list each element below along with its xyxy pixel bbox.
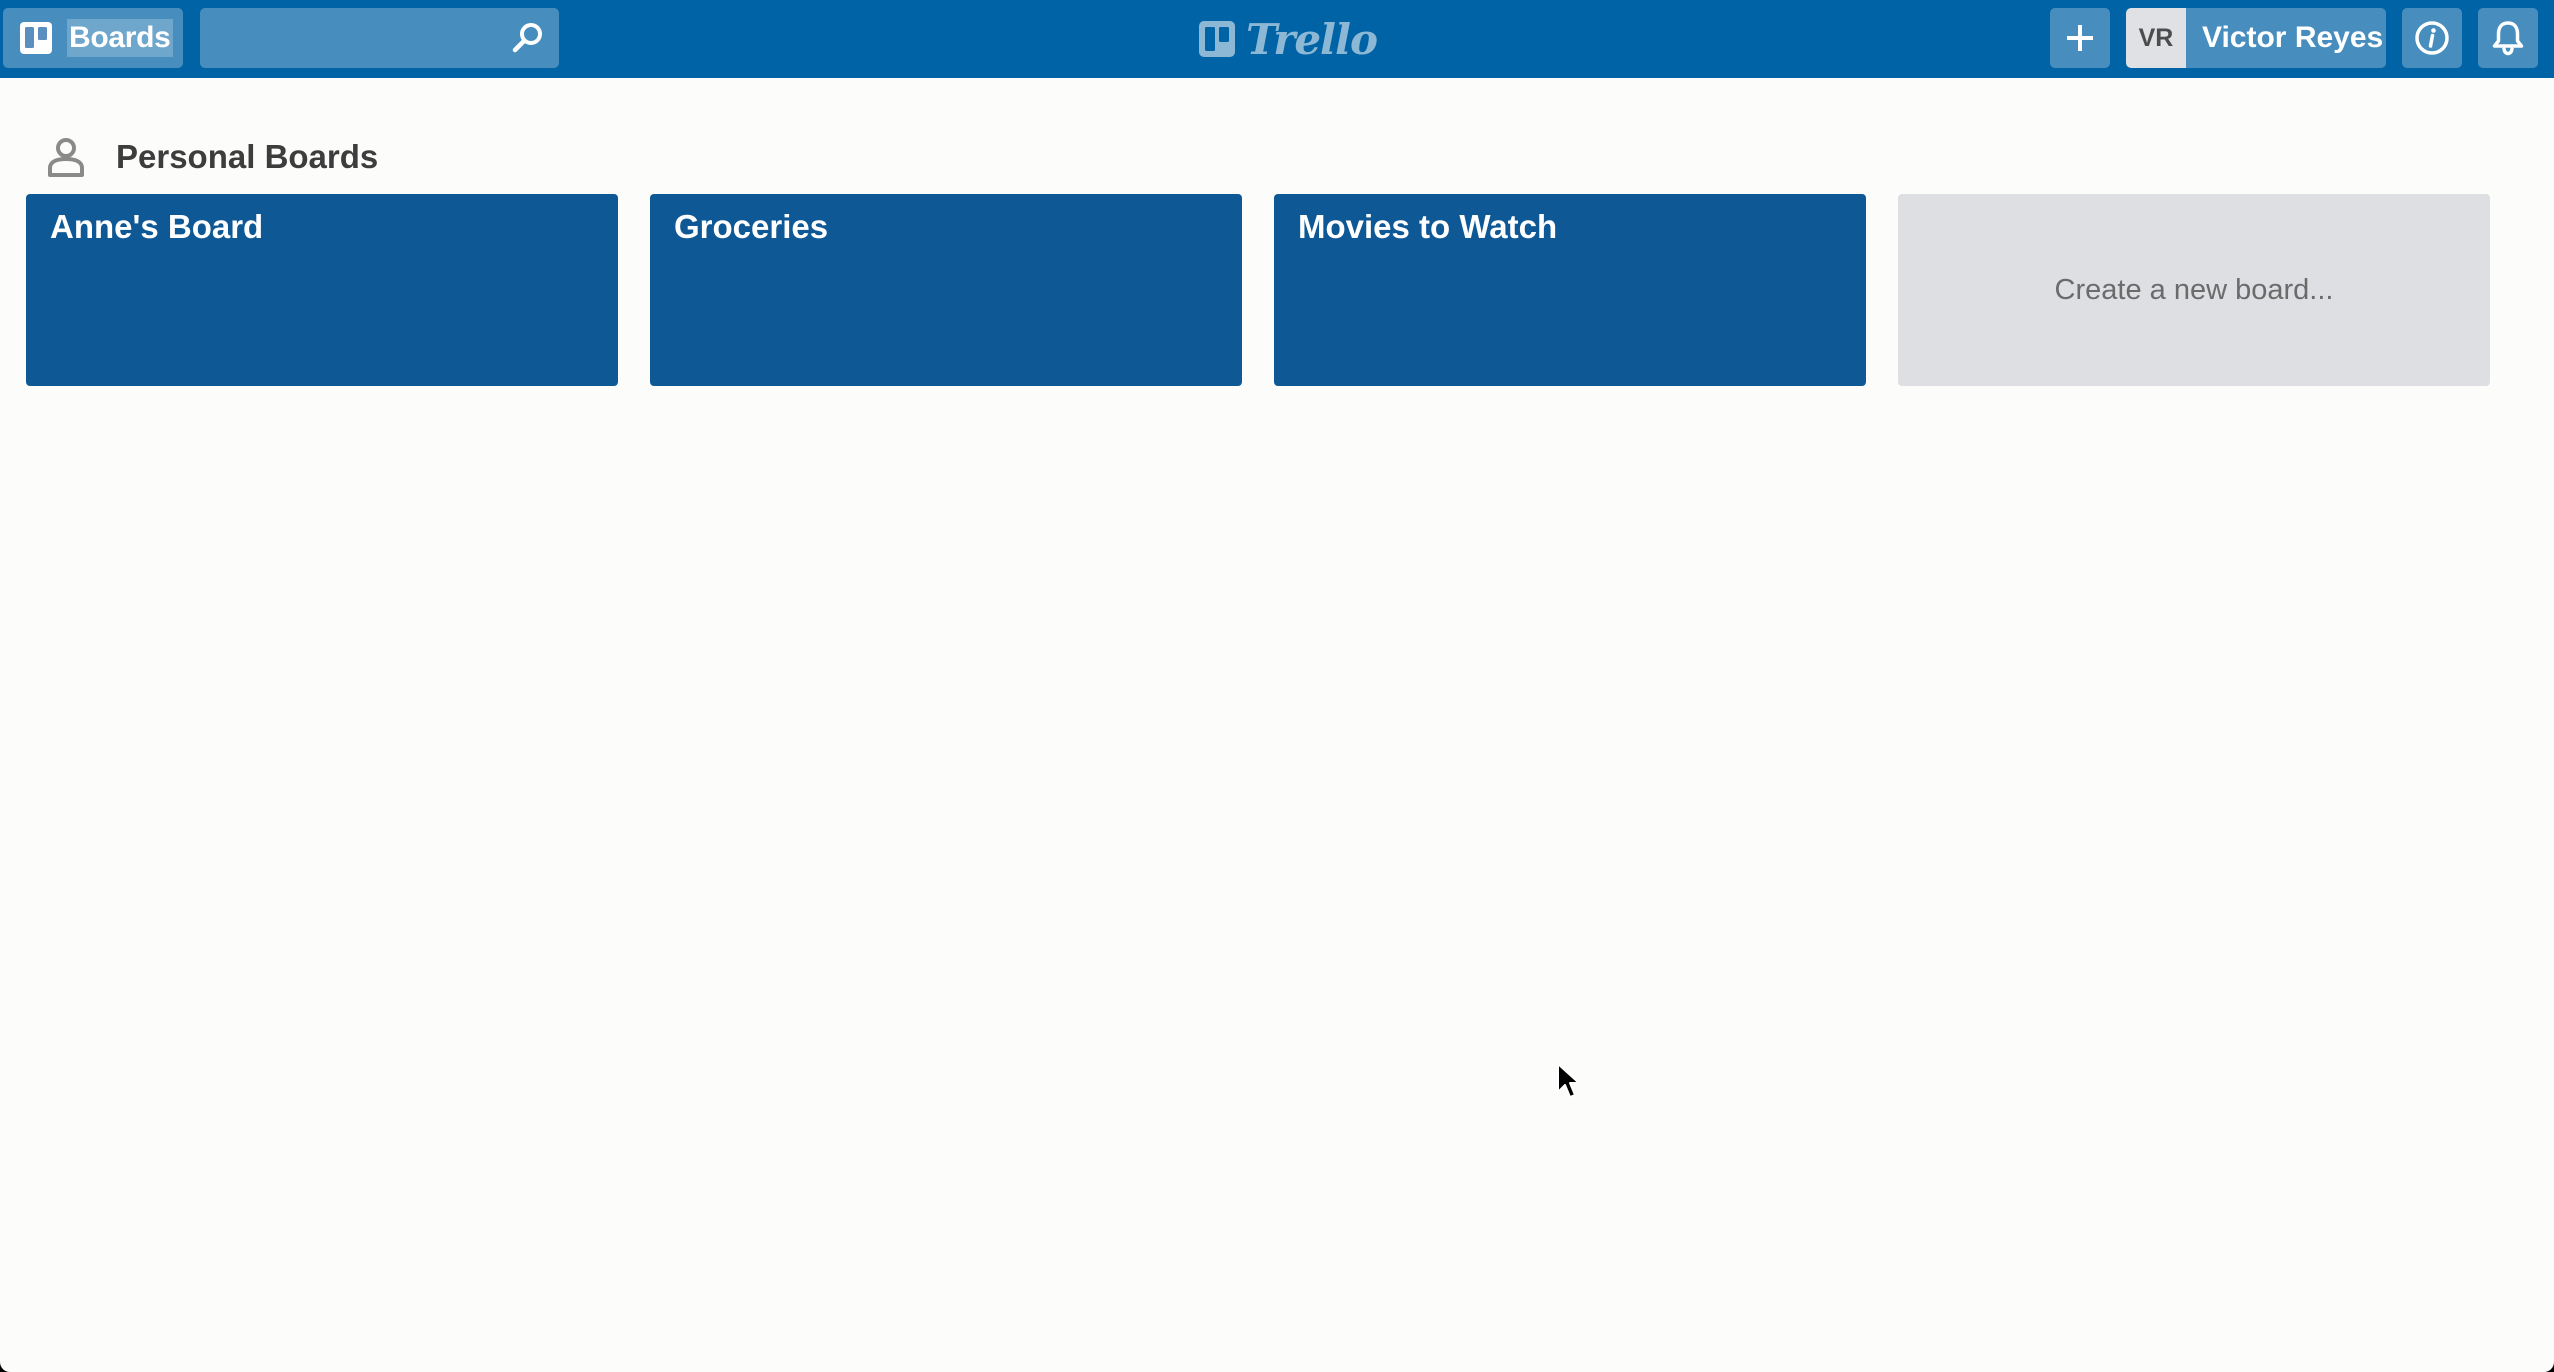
user-menu-button[interactable]: VR Victor Reyes [2126, 8, 2386, 68]
board-title: Groceries [674, 208, 829, 245]
mouse-cursor-icon [1556, 1062, 1582, 1107]
search-input[interactable] [200, 8, 559, 68]
info-button[interactable] [2402, 8, 2462, 68]
trello-logo[interactable]: Trello [1198, 14, 1378, 64]
board-tile-movies-to-watch[interactable]: Movies to Watch [1274, 194, 1866, 386]
board-tile-annes-board[interactable]: Anne's Board [26, 194, 618, 386]
boards-button[interactable]: Boards [3, 8, 183, 68]
create-new-board-label: Create a new board... [2054, 273, 2334, 306]
info-icon [2414, 20, 2450, 56]
plus-icon [2064, 22, 2096, 54]
add-button[interactable] [2050, 8, 2110, 68]
section-title: Personal Boards [116, 138, 379, 175]
personal-boards-heading: Personal Boards [46, 132, 378, 182]
notifications-button[interactable] [2478, 8, 2538, 68]
top-navigation-bar: Boards Trello VR Victor Reyes [0, 0, 2554, 78]
search-icon[interactable] [511, 21, 545, 55]
board-title: Anne's Board [50, 208, 264, 245]
trello-logo-icon [1198, 20, 1236, 58]
avatar: VR [2126, 8, 2186, 68]
board-tile-groceries[interactable]: Groceries [650, 194, 1242, 386]
trello-logo-text: Trello [1246, 14, 1378, 64]
board-title: Movies to Watch [1298, 208, 1558, 245]
bell-icon [2491, 20, 2525, 56]
person-icon [46, 137, 86, 177]
boards-icon [19, 21, 53, 55]
search-box[interactable] [200, 8, 559, 68]
window-bottom-edge [0, 1362, 2554, 1372]
user-name: Victor Reyes [2202, 21, 2384, 54]
create-new-board-tile[interactable]: Create a new board... [1898, 194, 2490, 386]
boards-button-label: Boards [67, 19, 173, 57]
